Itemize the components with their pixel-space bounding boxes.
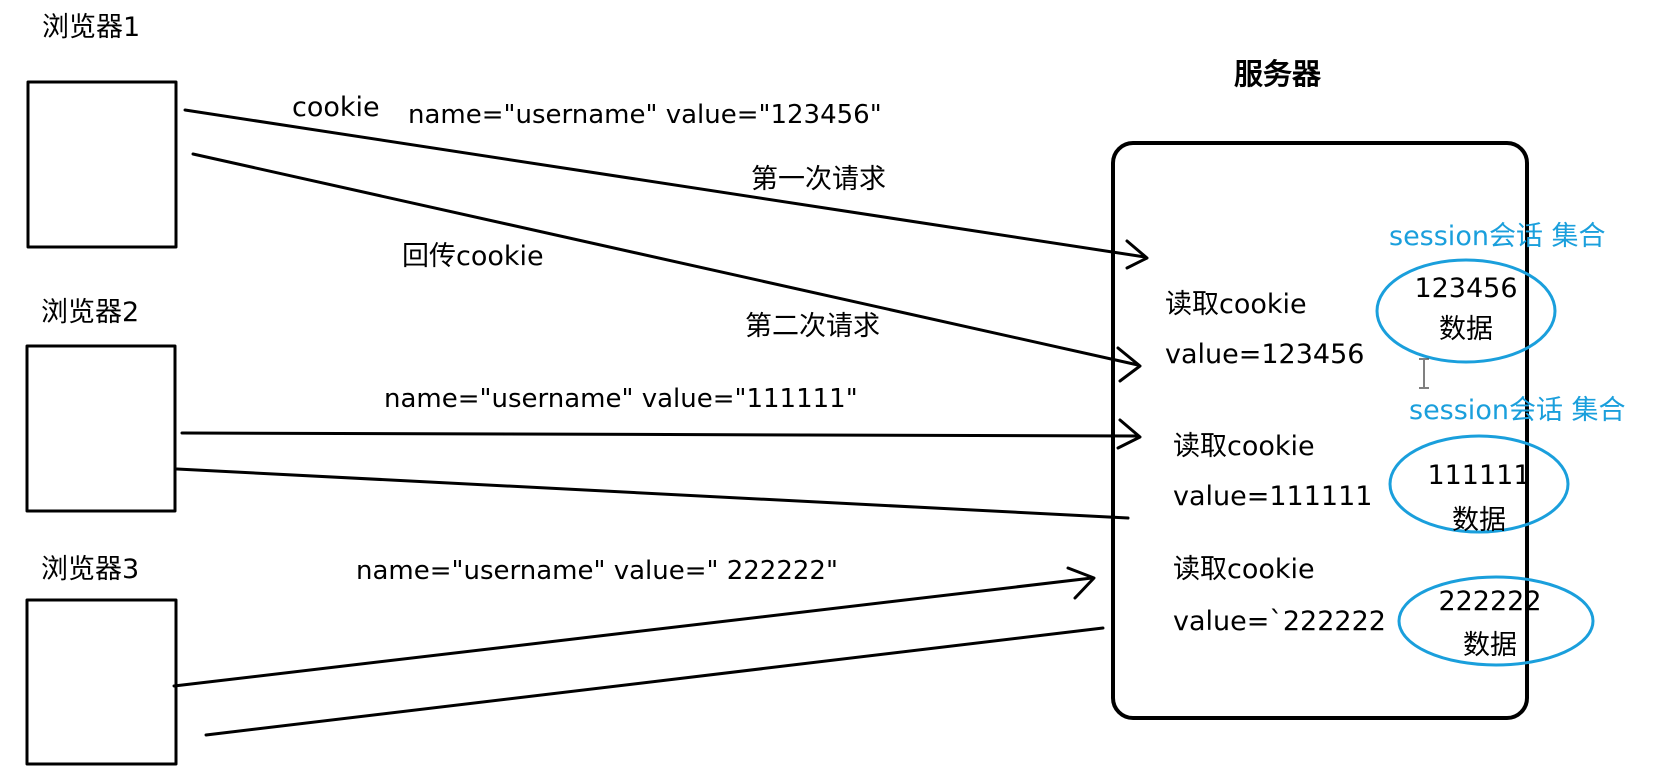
browser-2-label: 浏览器2 (41, 297, 140, 328)
session-3-id: 222222 (1438, 586, 1542, 617)
browser-3-label: 浏览器3 (41, 554, 140, 585)
session-1-id: 123456 (1414, 273, 1518, 304)
cookie-word-label: cookie (292, 92, 380, 123)
return-cookie-label: 回传cookie (402, 241, 544, 272)
server-title: 服务器 (1234, 57, 1322, 91)
browser2-second-line (175, 467, 1130, 520)
second-request-label: 第二次请求 (745, 311, 880, 342)
browser2-request-arrowhead (1116, 418, 1142, 450)
browser2-request-line (180, 431, 1140, 438)
server-read-1-label: 读取cookie (1165, 289, 1307, 320)
browser-1-label: 浏览器1 (42, 12, 141, 43)
browser-2-box (25, 344, 177, 513)
browser1-cookie-label: name="username" value="123456" (408, 100, 882, 130)
server-read-2-value: value=111111 (1173, 481, 1373, 512)
browser2-cookie-label: name="username" value="111111" (384, 384, 858, 414)
diagram-canvas: 浏览器1 浏览器2 浏览器3 服务器 cookie name="username… (0, 0, 1659, 784)
server-read-3-value: value=`222222 (1173, 606, 1386, 637)
browser3-request-arrowhead (1066, 566, 1096, 600)
browser3-request-line (172, 576, 1094, 688)
browser3-second-line (204, 626, 1105, 737)
session-2-data: 数据 (1452, 505, 1506, 536)
browser-3-box (25, 598, 178, 766)
session-2-title: session会话 集合 (1409, 395, 1626, 426)
browser-1-box (26, 80, 178, 249)
browser3-cookie-label: name="username" value=" 222222" (356, 556, 838, 586)
session-3-data: 数据 (1463, 630, 1517, 661)
session-1-data: 数据 (1439, 314, 1493, 345)
first-request-label: 第一次请求 (751, 164, 886, 195)
server-read-2-label: 读取cookie (1173, 431, 1315, 462)
session-1-title: session会话 集合 (1389, 221, 1606, 252)
server-read-1-value: value=123456 (1165, 339, 1365, 370)
server-read-3-label: 读取cookie (1173, 554, 1315, 585)
session-2-id: 111111 (1427, 460, 1531, 491)
second-request-line (191, 152, 1140, 367)
